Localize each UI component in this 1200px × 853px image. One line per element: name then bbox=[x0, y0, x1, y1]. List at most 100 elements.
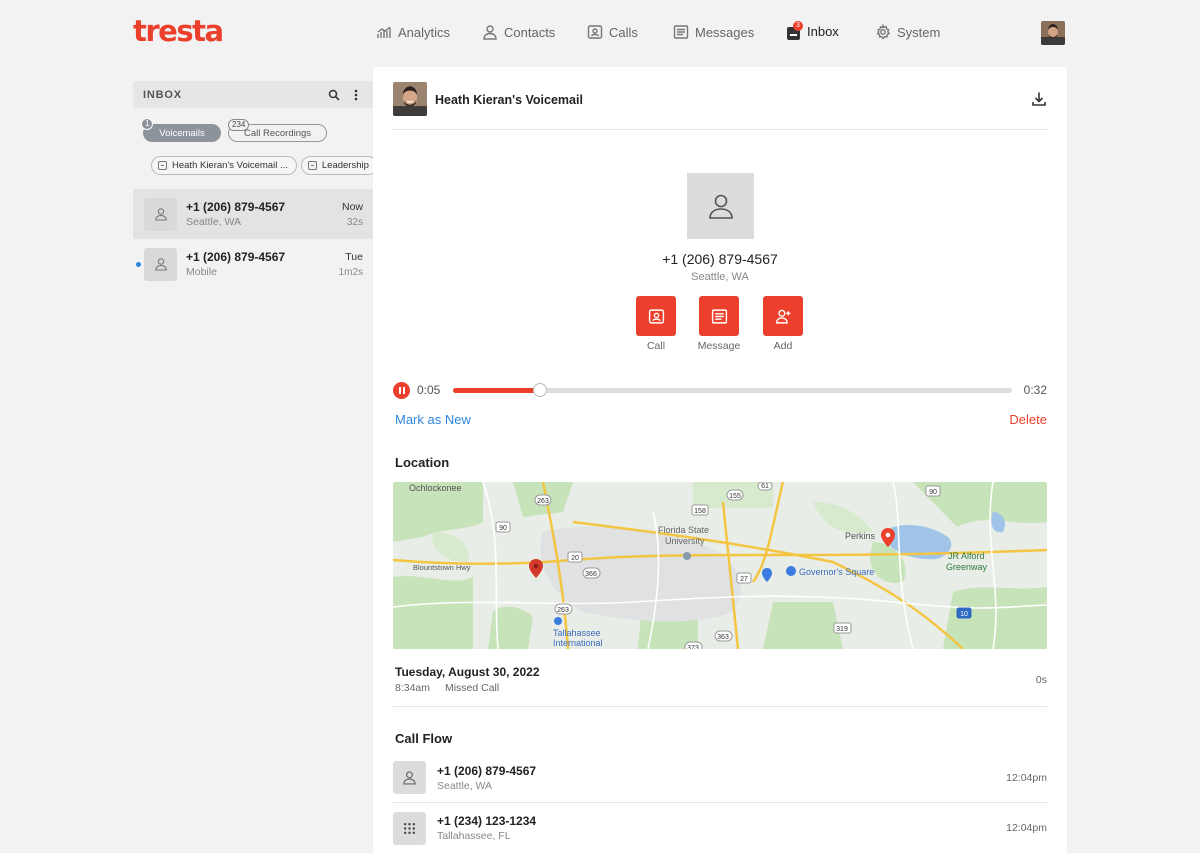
nav-contacts[interactable]: Contacts bbox=[482, 24, 555, 40]
nav-analytics[interactable]: Analytics bbox=[376, 24, 450, 40]
tab-call-recordings[interactable]: 234 Call Recordings bbox=[228, 119, 327, 142]
contact-placeholder-icon bbox=[144, 247, 177, 281]
filter-chip-leadership[interactable]: Leadership bbox=[300, 155, 373, 175]
more-options-icon[interactable] bbox=[349, 88, 363, 102]
filter-chip-voicemail[interactable]: Heath Kieran's Voicemail ... bbox=[151, 155, 297, 175]
call-button[interactable] bbox=[636, 296, 676, 336]
map-label-airport: Tallahassee bbox=[553, 628, 601, 638]
svg-text:90: 90 bbox=[499, 525, 507, 532]
route-shield: 366 bbox=[582, 567, 601, 579]
voicemail-detail-panel: Heath Kieran's Voicemail +1 (206) 879-45… bbox=[373, 67, 1067, 853]
nav-calls-label: Calls bbox=[609, 24, 638, 40]
route-shield: 10 bbox=[956, 607, 972, 619]
nav-system[interactable]: System bbox=[875, 24, 940, 40]
map-label-alford: JR Alford bbox=[948, 551, 985, 561]
flow-time: 12:04pm bbox=[1006, 822, 1047, 834]
nav-calls[interactable]: Calls bbox=[587, 24, 638, 40]
svg-text:373: 373 bbox=[687, 645, 699, 649]
svg-text:155: 155 bbox=[729, 493, 741, 500]
call-action: Call bbox=[626, 296, 686, 352]
delete-link[interactable]: Delete bbox=[1009, 412, 1047, 427]
contact-city: Seattle, WA bbox=[691, 271, 749, 283]
route-shield: 373 bbox=[684, 641, 703, 649]
list-item-phone: +1 (206) 879-4567 bbox=[186, 200, 286, 214]
add-label: Add bbox=[773, 340, 793, 352]
audio-player: 0:05 0:32 bbox=[393, 381, 1047, 399]
map-label-fsu: Florida State bbox=[658, 525, 709, 535]
svg-text:27: 27 bbox=[740, 576, 748, 583]
analytics-icon bbox=[377, 26, 391, 38]
sidebar-header: INBOX bbox=[133, 81, 373, 108]
list-item-duration: 1m2s bbox=[338, 266, 363, 278]
contact-phone: +1 (206) 879-4567 bbox=[662, 251, 778, 267]
route-shield: 363 bbox=[714, 630, 733, 642]
add-action: Add bbox=[753, 296, 813, 352]
total-time: 0:32 bbox=[1023, 383, 1047, 397]
inbox-sidebar: INBOX 1 Voicemails 234 Call Recordings H… bbox=[133, 81, 373, 281]
call-flow-item[interactable]: +1 (206) 879-4567 Seattle, WA 12:04pm bbox=[393, 753, 1047, 803]
location-map[interactable]: Ochlockonee Florida State University Per… bbox=[393, 482, 1047, 649]
list-item-duration: 32s bbox=[346, 216, 363, 228]
recordings-count: 234 bbox=[228, 119, 250, 131]
map-label-blountstown-hwy: Blountstown Hwy bbox=[413, 563, 471, 572]
message-icon bbox=[711, 308, 727, 324]
svg-text:10: 10 bbox=[960, 611, 968, 618]
flow-phone: +1 (234) 123-1234 bbox=[437, 814, 537, 828]
tab-voicemails-label: Voicemails bbox=[159, 127, 205, 139]
flow-phone: +1 (206) 879-4567 bbox=[437, 763, 537, 778]
message-label: Message bbox=[697, 340, 741, 352]
list-item[interactable]: +1 (206) 879-4567 Mobile Tue 1m2s bbox=[133, 239, 373, 289]
unread-dot bbox=[136, 262, 141, 267]
call-duration: 0s bbox=[1035, 674, 1047, 686]
route-shield: 155 bbox=[726, 489, 744, 501]
tab-voicemails[interactable]: 1 Voicemails bbox=[141, 118, 221, 142]
route-shield: 263 bbox=[554, 603, 573, 615]
progress-track[interactable] bbox=[453, 382, 1012, 397]
contact-placeholder-icon bbox=[144, 197, 177, 231]
university-marker-icon bbox=[683, 552, 691, 560]
contact-avatar-placeholder bbox=[687, 173, 754, 239]
call-time: 8:34am bbox=[395, 682, 431, 694]
tab-recordings-label: Call Recordings bbox=[243, 127, 312, 139]
svg-text:263: 263 bbox=[537, 498, 549, 505]
svg-text:263: 263 bbox=[557, 607, 569, 614]
progress-thumb[interactable] bbox=[533, 382, 548, 397]
map-label-governors-square: Governor's Square bbox=[799, 567, 874, 577]
svg-text:363: 363 bbox=[717, 634, 729, 641]
add-contact-button[interactable] bbox=[763, 296, 803, 336]
person-icon bbox=[393, 761, 426, 794]
map-label-ochlockonee: Ochlockonee bbox=[409, 483, 462, 493]
filter-bar: Heath Kieran's Voicemail ... Leadership bbox=[133, 155, 373, 175]
add-contact-icon bbox=[775, 309, 790, 324]
list-item-location: Seattle, WA bbox=[186, 216, 242, 228]
route-shield: 263 bbox=[534, 494, 552, 506]
call-flow-item[interactable]: +1 (234) 123-1234 Tallahassee, FL 12:04p… bbox=[393, 803, 1047, 853]
search-icon[interactable] bbox=[327, 88, 341, 102]
filter-chip-label: Heath Kieran's Voicemail ... bbox=[172, 159, 288, 171]
voicemails-count: 1 bbox=[141, 118, 154, 130]
call-date-row: Tuesday, August 30, 2022 8:34am Missed C… bbox=[393, 665, 1047, 707]
user-avatar[interactable] bbox=[1041, 21, 1065, 45]
sidebar-title: INBOX bbox=[143, 88, 182, 101]
list-item-location: Mobile bbox=[186, 266, 217, 278]
location-title: Location bbox=[395, 455, 450, 470]
tresta-logo[interactable]: tresta bbox=[133, 14, 224, 48]
download-icon[interactable] bbox=[1031, 91, 1047, 107]
list-item[interactable]: +1 (206) 879-4567 Seattle, WA Now 32s bbox=[133, 189, 373, 239]
call-status: Missed Call bbox=[444, 682, 500, 694]
pause-button[interactable] bbox=[393, 381, 410, 399]
calls-icon bbox=[587, 25, 603, 39]
nav-messages[interactable]: Messages bbox=[673, 24, 754, 40]
call-flow-title: Call Flow bbox=[395, 731, 453, 746]
list-item-time: Tue bbox=[345, 250, 363, 263]
person-icon bbox=[708, 194, 733, 219]
message-button[interactable] bbox=[699, 296, 739, 336]
nav-messages-label: Messages bbox=[695, 24, 755, 40]
svg-text:61: 61 bbox=[761, 483, 769, 490]
voicemail-list: +1 (206) 879-4567 Seattle, WA Now 32s +1… bbox=[133, 189, 373, 289]
svg-text:158: 158 bbox=[694, 508, 706, 515]
nav-inbox[interactable]: 3 Inbox bbox=[787, 20, 839, 40]
mark-as-new-link[interactable]: Mark as New bbox=[395, 412, 471, 427]
current-time: 0:05 bbox=[417, 383, 441, 397]
map-label-alford-2: Greenway bbox=[946, 562, 988, 572]
